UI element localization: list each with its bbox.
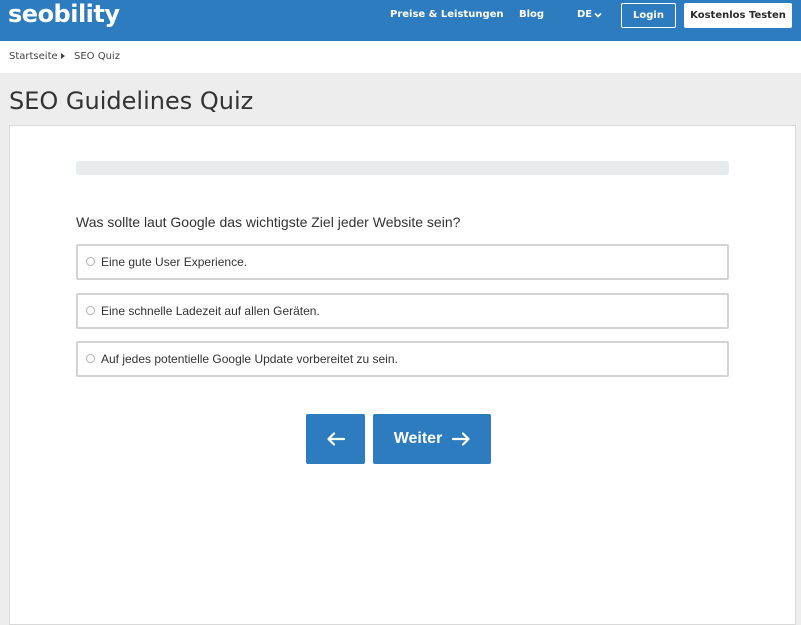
breadcrumb: Startseite SEO Quiz	[0, 41, 801, 73]
top-navigation-bar: seobility Preise & Leistungen Blog DE Lo…	[0, 0, 801, 41]
login-button[interactable]: Login	[621, 3, 676, 28]
quiz-progress-bar	[76, 161, 729, 175]
breadcrumb-home-link[interactable]: Startseite	[9, 51, 58, 62]
answer-option-label: Eine schnelle Ladezeit auf allen Geräten…	[101, 304, 320, 318]
radio-icon[interactable]	[86, 354, 95, 363]
seobility-logo[interactable]: seobility	[8, 0, 120, 28]
kostenlos-testen-button[interactable]: Kostenlos Testen	[684, 3, 792, 28]
nav-link-blog[interactable]: Blog	[519, 9, 544, 20]
chevron-down-icon	[594, 12, 602, 18]
weiter-button[interactable]: Weiter	[373, 414, 491, 464]
radio-icon[interactable]	[86, 306, 95, 315]
caret-right-icon	[61, 53, 65, 59]
answer-option-label: Auf jedes potentielle Google Update vorb…	[101, 352, 398, 366]
radio-icon[interactable]	[86, 257, 95, 266]
nav-link-preise-leistungen[interactable]: Preise & Leistungen	[390, 9, 504, 20]
answer-option-label: Eine gute User Experience.	[101, 255, 248, 269]
arrow-left-icon	[326, 432, 345, 446]
answer-option-2[interactable]: Eine schnelle Ladezeit auf allen Geräten…	[76, 293, 729, 329]
back-button[interactable]	[306, 414, 365, 464]
quiz-card: Was sollte laut Google das wichtigste Zi…	[9, 125, 796, 625]
breadcrumb-current: SEO Quiz	[74, 51, 120, 62]
quiz-question: Was sollte laut Google das wichtigste Zi…	[76, 214, 461, 230]
answer-option-1[interactable]: Eine gute User Experience.	[76, 244, 729, 280]
language-selector[interactable]: DE	[577, 9, 602, 20]
weiter-button-label: Weiter	[393, 430, 443, 447]
page-title: SEO Guidelines Quiz	[9, 87, 254, 115]
answer-option-3[interactable]: Auf jedes potentielle Google Update vorb…	[76, 341, 729, 377]
arrow-right-icon	[452, 432, 470, 446]
language-label: DE	[577, 9, 593, 20]
